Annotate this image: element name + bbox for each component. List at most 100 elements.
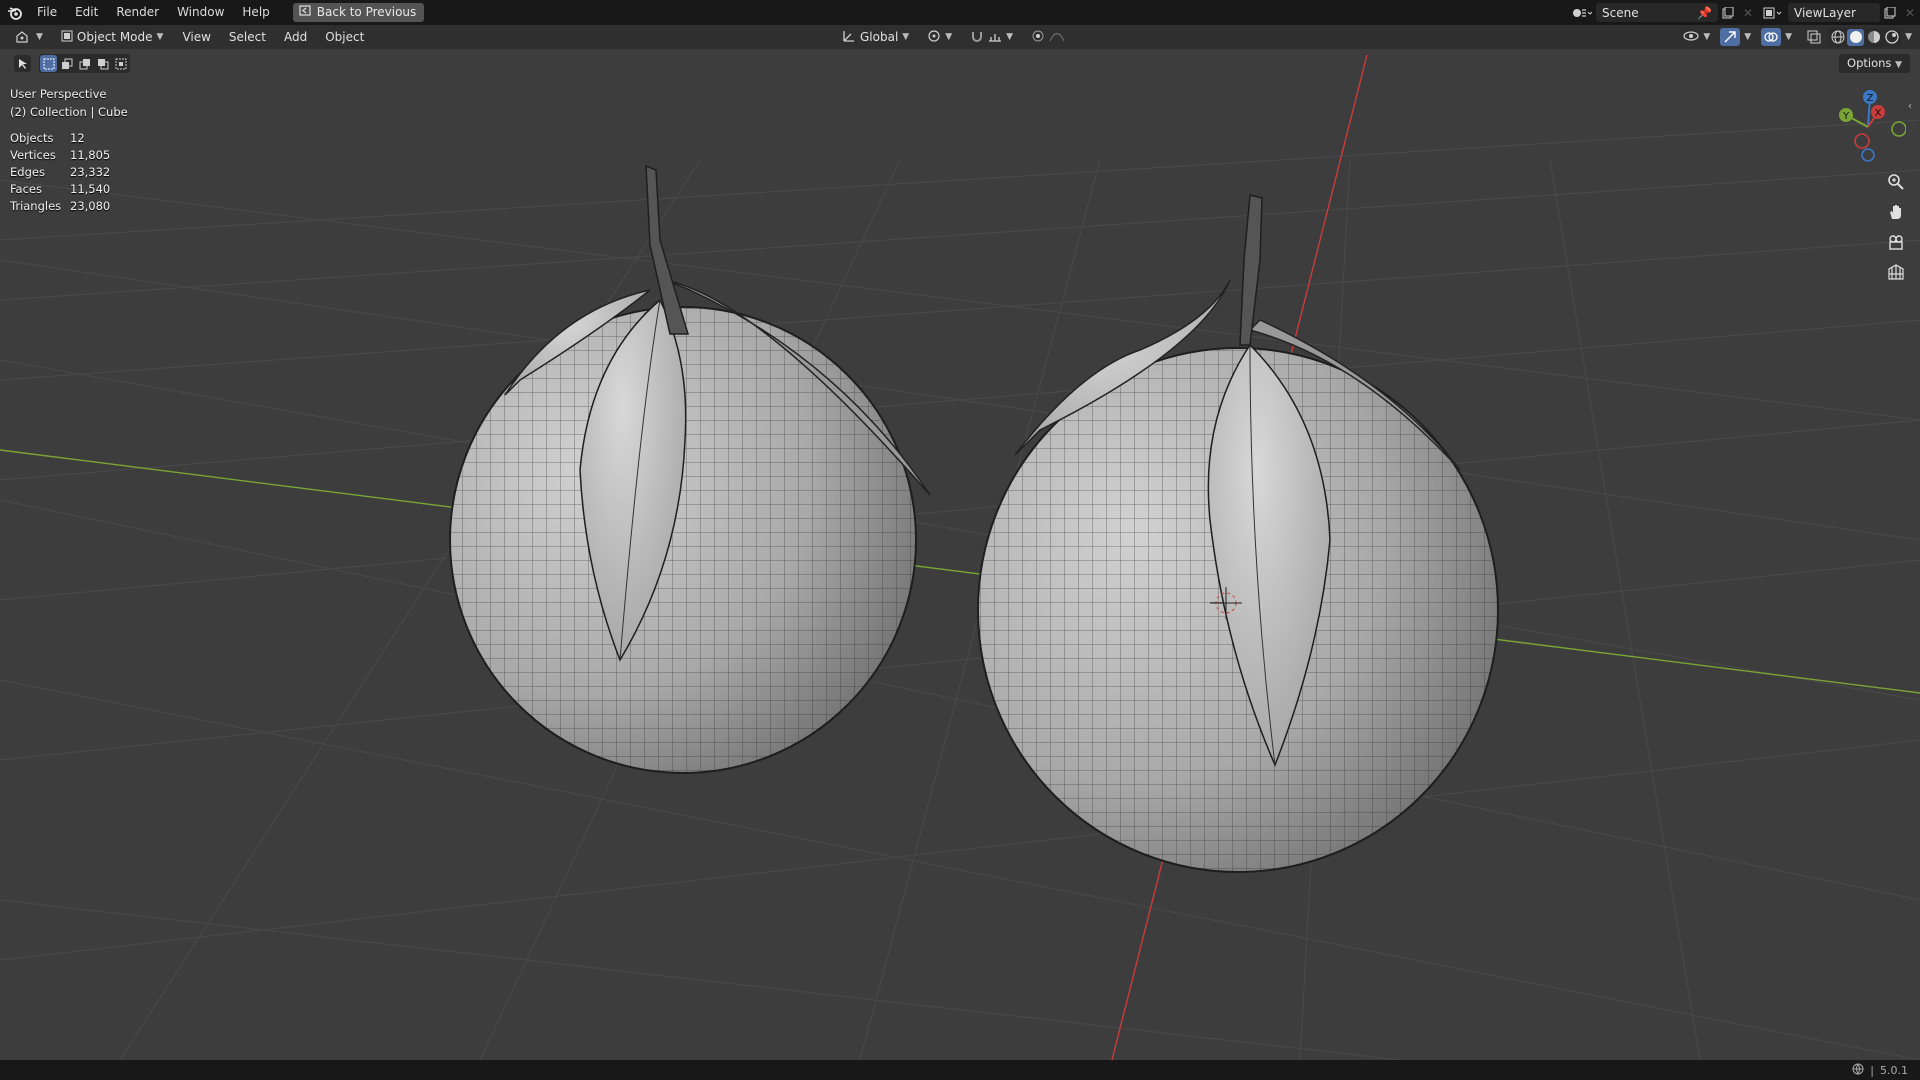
gizmo-chevron-down-icon[interactable]: ▼ <box>1744 32 1751 42</box>
mode-dropdown[interactable]: Object Mode ▼ <box>55 28 170 47</box>
globe-icon[interactable] <box>1852 1063 1864 1078</box>
stat-row: Objects 12 <box>10 130 110 147</box>
stat-label: Edges <box>10 165 45 179</box>
menu-window[interactable]: Window <box>168 0 233 25</box>
stat-row: Vertices 11,805 <box>10 147 110 164</box>
right-fruit-model <box>977 194 1499 873</box>
stat-row: Triangles 23,080 <box>10 198 110 215</box>
menu-select[interactable]: Select <box>220 30 275 44</box>
editor-type-selector[interactable]: ▼ <box>10 28 49 47</box>
shading-chevron-down-icon[interactable]: ▼ <box>1905 32 1912 42</box>
chevron-down-icon: ▼ <box>1895 60 1902 70</box>
sidebar-toggle-chevron-icon[interactable]: ‹ <box>1908 101 1912 112</box>
blender-logo-icon[interactable] <box>2 0 28 25</box>
menu-file[interactable]: File <box>28 0 66 25</box>
gizmo-neg-x-axis[interactable] <box>1854 133 1870 149</box>
solid-shading-icon[interactable] <box>1847 28 1865 46</box>
navigation-gizmo[interactable]: Z X Y <box>1830 87 1906 163</box>
stat-row: Edges 23,332 <box>10 164 110 181</box>
select-new-icon[interactable] <box>40 55 57 72</box>
menu-help[interactable]: Help <box>233 0 278 25</box>
select-tool-icon[interactable] <box>14 55 31 72</box>
stat-row: Faces 11,540 <box>10 181 110 198</box>
stat-value: 23,332 <box>70 165 111 179</box>
scene-statistics: Objects 12 Vertices 11,805 Edges 23,332 Fac… <box>10 130 110 215</box>
viewport-navigation <box>1882 170 1910 284</box>
proportional-editing-dropdown[interactable] <box>1025 28 1071 47</box>
delete-scene-icon[interactable]: ✕ <box>1738 3 1758 22</box>
stat-label: Faces <box>10 182 42 196</box>
overlays-toggle-icon[interactable] <box>1761 28 1782 46</box>
material-preview-shading-icon[interactable] <box>1865 29 1882 46</box>
viewlayer-selector-icon[interactable] <box>1758 3 1788 22</box>
menu-view[interactable]: View <box>173 30 219 44</box>
object-mode-icon <box>61 30 73 45</box>
viewport-display-tools: ▼ ▼ ▼ ▼ <box>1677 27 1912 47</box>
stat-value: 23,080 <box>70 199 111 213</box>
pivot-dropdown[interactable]: ▼ <box>921 28 958 47</box>
options-dropdown[interactable]: Options ▼ <box>1839 54 1910 73</box>
gizmo-neg-y-axis[interactable] <box>1891 121 1906 137</box>
snap-magnet-icon <box>970 29 984 46</box>
xray-toggle-icon[interactable] <box>1804 28 1824 47</box>
falloff-icon <box>1049 30 1065 45</box>
select-intersect-icon[interactable] <box>112 55 129 72</box>
overlays-chevron-down-icon[interactable]: ▼ <box>1785 32 1792 42</box>
scene-name-field[interactable]: Scene 📌 <box>1596 3 1718 22</box>
gizmo-y-label: Y <box>1842 111 1850 122</box>
stat-value: 11,805 <box>70 148 111 162</box>
camera-view-icon[interactable] <box>1882 230 1910 254</box>
gizmo-toggle-icon[interactable] <box>1720 28 1741 46</box>
floor-grid <box>0 119 1920 1060</box>
rendered-shading-icon[interactable] <box>1883 29 1900 46</box>
scene-selector-icon[interactable] <box>1568 3 1596 22</box>
snap-dropdown[interactable]: ▼ <box>964 28 1019 47</box>
viewport-scene[interactable] <box>0 49 1920 1060</box>
mode-label: Object Mode <box>76 30 153 44</box>
left-fruit-model <box>449 164 931 774</box>
menu-render[interactable]: Render <box>107 0 168 25</box>
version-label: 5.0.1 <box>1880 1064 1908 1077</box>
new-scene-icon[interactable] <box>1718 3 1738 22</box>
pin-icon[interactable]: 📌 <box>1697 6 1712 20</box>
back-to-previous-label: Back to Previous <box>316 5 417 19</box>
delete-viewlayer-icon[interactable]: ✕ <box>1900 3 1920 22</box>
selection-tool-row <box>14 54 130 73</box>
select-extend-icon[interactable] <box>58 55 75 72</box>
shading-mode-group <box>1828 27 1902 47</box>
chevron-down-icon: ▼ <box>945 32 953 42</box>
zoom-icon[interactable] <box>1882 170 1910 194</box>
orientation-dropdown[interactable]: Global ▼ <box>836 28 915 47</box>
pan-hand-icon[interactable] <box>1882 200 1910 224</box>
scene-name: Scene <box>1602 5 1639 20</box>
viewlayer-name-field[interactable]: ViewLayer <box>1788 3 1880 22</box>
select-subtract-icon[interactable] <box>76 55 93 72</box>
viewlayer-name: ViewLayer <box>1794 5 1856 20</box>
orthographic-toggle-icon[interactable] <box>1882 260 1910 284</box>
wireframe-shading-icon[interactable] <box>1829 29 1846 46</box>
select-invert-icon[interactable] <box>94 55 111 72</box>
menu-object[interactable]: Object <box>316 30 373 44</box>
selection-mode-group <box>39 54 130 73</box>
snap-increment-icon <box>988 29 1002 46</box>
status-bar: | 5.0.1 <box>0 1060 1920 1080</box>
new-viewlayer-icon[interactable] <box>1880 3 1900 22</box>
back-to-previous-button[interactable]: Back to Previous <box>292 3 425 22</box>
menu-add[interactable]: Add <box>275 30 316 44</box>
top-right-controls: Scene 📌 ✕ ViewLayer ✕ <box>1568 0 1920 25</box>
pivot-point-icon <box>927 29 941 46</box>
3d-viewport[interactable]: Options ▼ Z X Y ‹ <box>0 49 1920 1060</box>
gizmo-x-label: X <box>1875 108 1882 119</box>
back-icon <box>299 3 311 22</box>
chevron-down-icon: ▼ <box>1703 32 1711 42</box>
top-bar: File Edit Render Window Help Back to Pre… <box>0 0 1920 25</box>
stat-label: Objects <box>10 131 54 145</box>
separator: | <box>1870 1064 1874 1077</box>
selectability-icon <box>1683 30 1699 45</box>
stat-label: Vertices <box>10 148 56 162</box>
visibility-dropdown[interactable]: ▼ <box>1677 28 1716 47</box>
transform-tools: Global ▼ ▼ ▼ <box>836 27 1071 47</box>
stat-value: 12 <box>70 131 85 145</box>
gizmo-neg-z-axis[interactable] <box>1861 148 1875 162</box>
menu-edit[interactable]: Edit <box>66 0 107 25</box>
